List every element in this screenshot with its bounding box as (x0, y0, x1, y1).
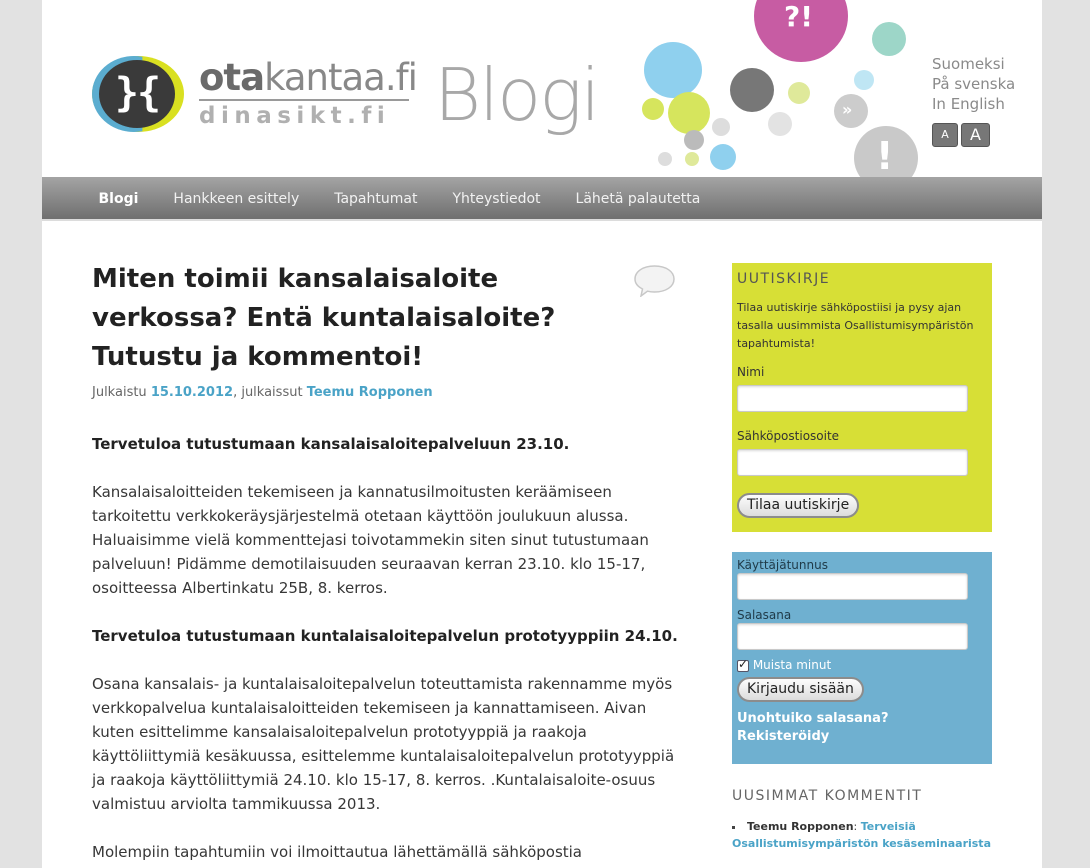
post-paragraph: Tervetuloa tutustumaan kuntalaisaloitepa… (92, 627, 678, 645)
language-link[interactable]: På svenska (932, 74, 1015, 94)
forward-small-icon (712, 118, 730, 136)
meta-middle: , julkaissut (233, 385, 307, 400)
language-switcher: Suomeksi På svenska In English (932, 54, 1015, 114)
person-icon (872, 22, 906, 56)
question-small-icon (684, 130, 704, 150)
post-author-link[interactable]: Teemu Ropponen (307, 385, 433, 400)
site-logo[interactable]: }{ (92, 56, 184, 132)
language-link[interactable]: In English (932, 94, 1015, 114)
password-input[interactable] (737, 623, 968, 650)
recent-comments-widget: UUSIMMAT KOMMENTIT Teemu Ropponen: Terve… (732, 788, 992, 852)
remember-checkbox[interactable] (737, 657, 749, 672)
wordmark-top-light: kantaa.fi (264, 56, 418, 99)
tiny-gray-icon (658, 152, 672, 166)
font-size-controls: A A (932, 123, 990, 147)
login-button[interactable]: Kirjaudu sisään (737, 677, 864, 702)
wordmark-divider (199, 99, 409, 101)
logo-braces-icon: }{ (99, 60, 175, 128)
recent-comment-item: Teemu Ropponen: Terveisiä Osallistumisym… (732, 818, 992, 852)
remember-label: Muista minut (752, 658, 832, 672)
post-paragraph: Kansalaisaloitteiden tekemiseen ja kanna… (92, 483, 649, 597)
face-icon (768, 112, 792, 136)
newsletter-heading: UUTISKIRJE (737, 271, 831, 287)
pencil-icon (668, 92, 710, 134)
register-link[interactable]: Rekisteröidy (737, 728, 987, 746)
newsletter-widget: UUTISKIRJE Tilaa uutiskirje sähköpostiis… (732, 263, 992, 532)
subscribe-button[interactable]: Tilaa uutiskirje (737, 493, 860, 518)
language-link[interactable]: Suomeksi (932, 54, 1015, 74)
email-label: Sähköpostiosoite (737, 429, 840, 443)
small-bubble-icon (854, 70, 874, 90)
login-widget: Käyttäjätunnus Salasana Muista minut Kir… (732, 552, 992, 764)
font-smaller-button[interactable]: A (932, 123, 958, 147)
wordmark-bottom: dinasikt.fi (199, 103, 391, 129)
comment-bubble-icon[interactable] (633, 264, 676, 297)
post-date-link[interactable]: 15.10.2012 (151, 385, 233, 400)
comment-author: Teemu Ropponen (747, 820, 854, 833)
email-input[interactable] (737, 449, 968, 476)
nav-item-hankkeen-esittely[interactable]: Hankkeen esittely (156, 177, 317, 221)
font-larger-button[interactable]: A (961, 123, 990, 147)
speech-bubble-dark-icon (730, 68, 774, 112)
password-label: Salasana (737, 608, 792, 622)
wordmark-top-bold: ota (199, 56, 265, 99)
blog-post: Miten toimii kansalaisaloite verkossa? E… (92, 260, 682, 868)
nav-item-yhteystiedot[interactable]: Yhteystiedot (435, 177, 558, 221)
site-header: }{ otakantaa.fi dinasikt.fi Blogi ?! » !… (42, 0, 1042, 190)
name-label: Nimi (737, 365, 765, 379)
cloud-icon (642, 98, 664, 120)
username-label: Käyttäjätunnus (737, 558, 828, 572)
comment-separator: : (853, 820, 861, 833)
forgot-password-link[interactable]: Unohtuiko salasana? (737, 710, 987, 728)
nav-item-tapahtumat[interactable]: Tapahtumat (317, 177, 435, 221)
chat-icon (710, 144, 736, 170)
main-navigation: Blogi Hankkeen esittely Tapahtumat Yhtey… (42, 177, 1042, 221)
site-wordmark[interactable]: otakantaa.fi dinasikt.fi (199, 56, 418, 129)
post-paragraph: Molempiin tapahtumiin voi ilmoittautua l… (92, 843, 582, 868)
tiny-green-icon (685, 152, 699, 166)
post-meta: Julkaistu 15.10.2012, julkaissut Teemu R… (92, 385, 682, 400)
page: }{ otakantaa.fi dinasikt.fi Blogi ?! » !… (42, 0, 1042, 868)
nav-item-laheta-palautetta[interactable]: Lähetä palautetta (558, 177, 718, 221)
remember-row: Muista minut (737, 657, 987, 672)
nav-item-blogi[interactable]: Blogi (81, 177, 156, 221)
wordmark-top: otakantaa.fi (199, 56, 418, 99)
speech-bubble-question-icon: ?! (754, 0, 848, 62)
post-title[interactable]: Miten toimii kansalaisaloite verkossa? E… (92, 260, 612, 377)
forward-icon: » (834, 94, 868, 128)
recent-comments-heading: UUSIMMAT KOMMENTIT (732, 788, 923, 804)
post-paragraph: Osana kansalais- ja kuntalaisaloitepalve… (92, 675, 675, 813)
meta-prefix: Julkaistu (92, 385, 151, 400)
brush-icon (788, 82, 810, 104)
post-paragraph: Tervetuloa tutustumaan kansalaisaloitepa… (92, 435, 570, 453)
blog-title: Blogi (434, 53, 600, 137)
name-input[interactable] (737, 385, 968, 412)
newsletter-description: Tilaa uutiskirje sähköpostiisi ja pysy a… (737, 301, 974, 350)
username-input[interactable] (737, 573, 968, 600)
speech-bubble-icon (644, 42, 702, 98)
